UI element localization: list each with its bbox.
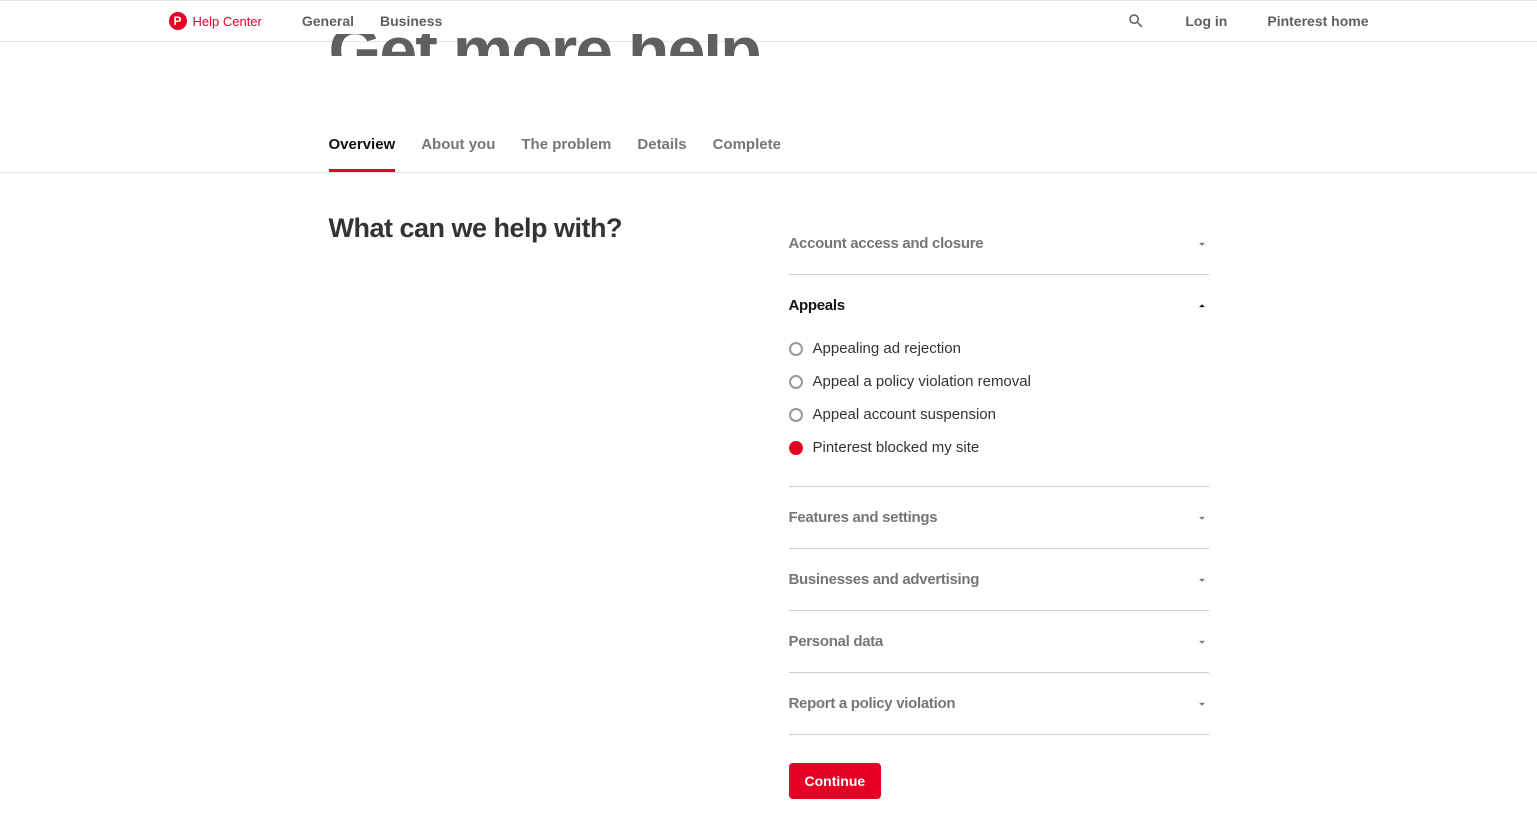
logo-text: Help Center bbox=[193, 14, 262, 29]
chevron-up-icon bbox=[1195, 299, 1209, 313]
pinterest-icon: P bbox=[169, 12, 187, 30]
logo[interactable]: P Help Center bbox=[169, 12, 262, 30]
option-label: Appeal a policy violation removal bbox=[813, 373, 1031, 390]
category-title: Features and settings bbox=[789, 509, 938, 526]
home-link[interactable]: Pinterest home bbox=[1267, 13, 1368, 29]
radio-icon bbox=[789, 342, 803, 356]
category-list: Account access and closure Appeals Appea… bbox=[789, 213, 1209, 799]
category-personal-data: Personal data bbox=[789, 611, 1209, 673]
chevron-down-icon bbox=[1195, 573, 1209, 587]
chevron-down-icon bbox=[1195, 511, 1209, 525]
option-appeal-ad-rejection[interactable]: Appealing ad rejection bbox=[789, 332, 1209, 365]
chevron-down-icon bbox=[1195, 635, 1209, 649]
category-title: Appeals bbox=[789, 297, 845, 314]
chevron-down-icon bbox=[1195, 697, 1209, 711]
tab-about-you[interactable]: About you bbox=[421, 136, 495, 172]
option-label: Pinterest blocked my site bbox=[813, 439, 980, 456]
category-toggle[interactable]: Personal data bbox=[789, 633, 1209, 650]
nav-business[interactable]: Business bbox=[380, 13, 442, 29]
radio-icon-selected bbox=[789, 441, 803, 455]
option-appeal-suspension[interactable]: Appeal account suspension bbox=[789, 398, 1209, 431]
chevron-down-icon bbox=[1195, 237, 1209, 251]
category-businesses-advertising: Businesses and advertising bbox=[789, 549, 1209, 611]
category-title: Personal data bbox=[789, 633, 883, 650]
category-toggle[interactable]: Appeals bbox=[789, 297, 1209, 314]
radio-icon bbox=[789, 375, 803, 389]
category-title: Account access and closure bbox=[789, 235, 984, 252]
tab-problem[interactable]: The problem bbox=[521, 136, 611, 172]
continue-button[interactable]: Continue bbox=[789, 763, 882, 799]
category-title: Businesses and advertising bbox=[789, 571, 980, 588]
search-icon[interactable] bbox=[1127, 12, 1145, 30]
option-blocked-site[interactable]: Pinterest blocked my site bbox=[789, 431, 1209, 464]
question-heading: What can we help with? bbox=[329, 213, 749, 244]
nav-general[interactable]: General bbox=[302, 13, 354, 29]
category-account-access: Account access and closure bbox=[789, 213, 1209, 275]
tab-overview[interactable]: Overview bbox=[329, 136, 396, 172]
category-toggle[interactable]: Report a policy violation bbox=[789, 695, 1209, 712]
tab-details[interactable]: Details bbox=[637, 136, 686, 172]
option-appeal-policy-violation[interactable]: Appeal a policy violation removal bbox=[789, 365, 1209, 398]
category-toggle[interactable]: Businesses and advertising bbox=[789, 571, 1209, 588]
login-link[interactable]: Log in bbox=[1185, 13, 1227, 29]
category-toggle[interactable]: Account access and closure bbox=[789, 235, 1209, 252]
radio-icon bbox=[789, 408, 803, 422]
step-tabs: Overview About you The problem Details C… bbox=[319, 136, 1219, 172]
category-title: Report a policy violation bbox=[789, 695, 956, 712]
option-label: Appealing ad rejection bbox=[813, 340, 961, 357]
option-label: Appeal account suspension bbox=[813, 406, 996, 423]
category-appeals: Appeals Appealing ad rejection Appeal a … bbox=[789, 275, 1209, 487]
category-report-policy: Report a policy violation bbox=[789, 673, 1209, 735]
tab-complete[interactable]: Complete bbox=[713, 136, 781, 172]
category-features-settings: Features and settings bbox=[789, 487, 1209, 549]
category-toggle[interactable]: Features and settings bbox=[789, 509, 1209, 526]
page-title-cut: Get more help bbox=[329, 34, 1209, 56]
